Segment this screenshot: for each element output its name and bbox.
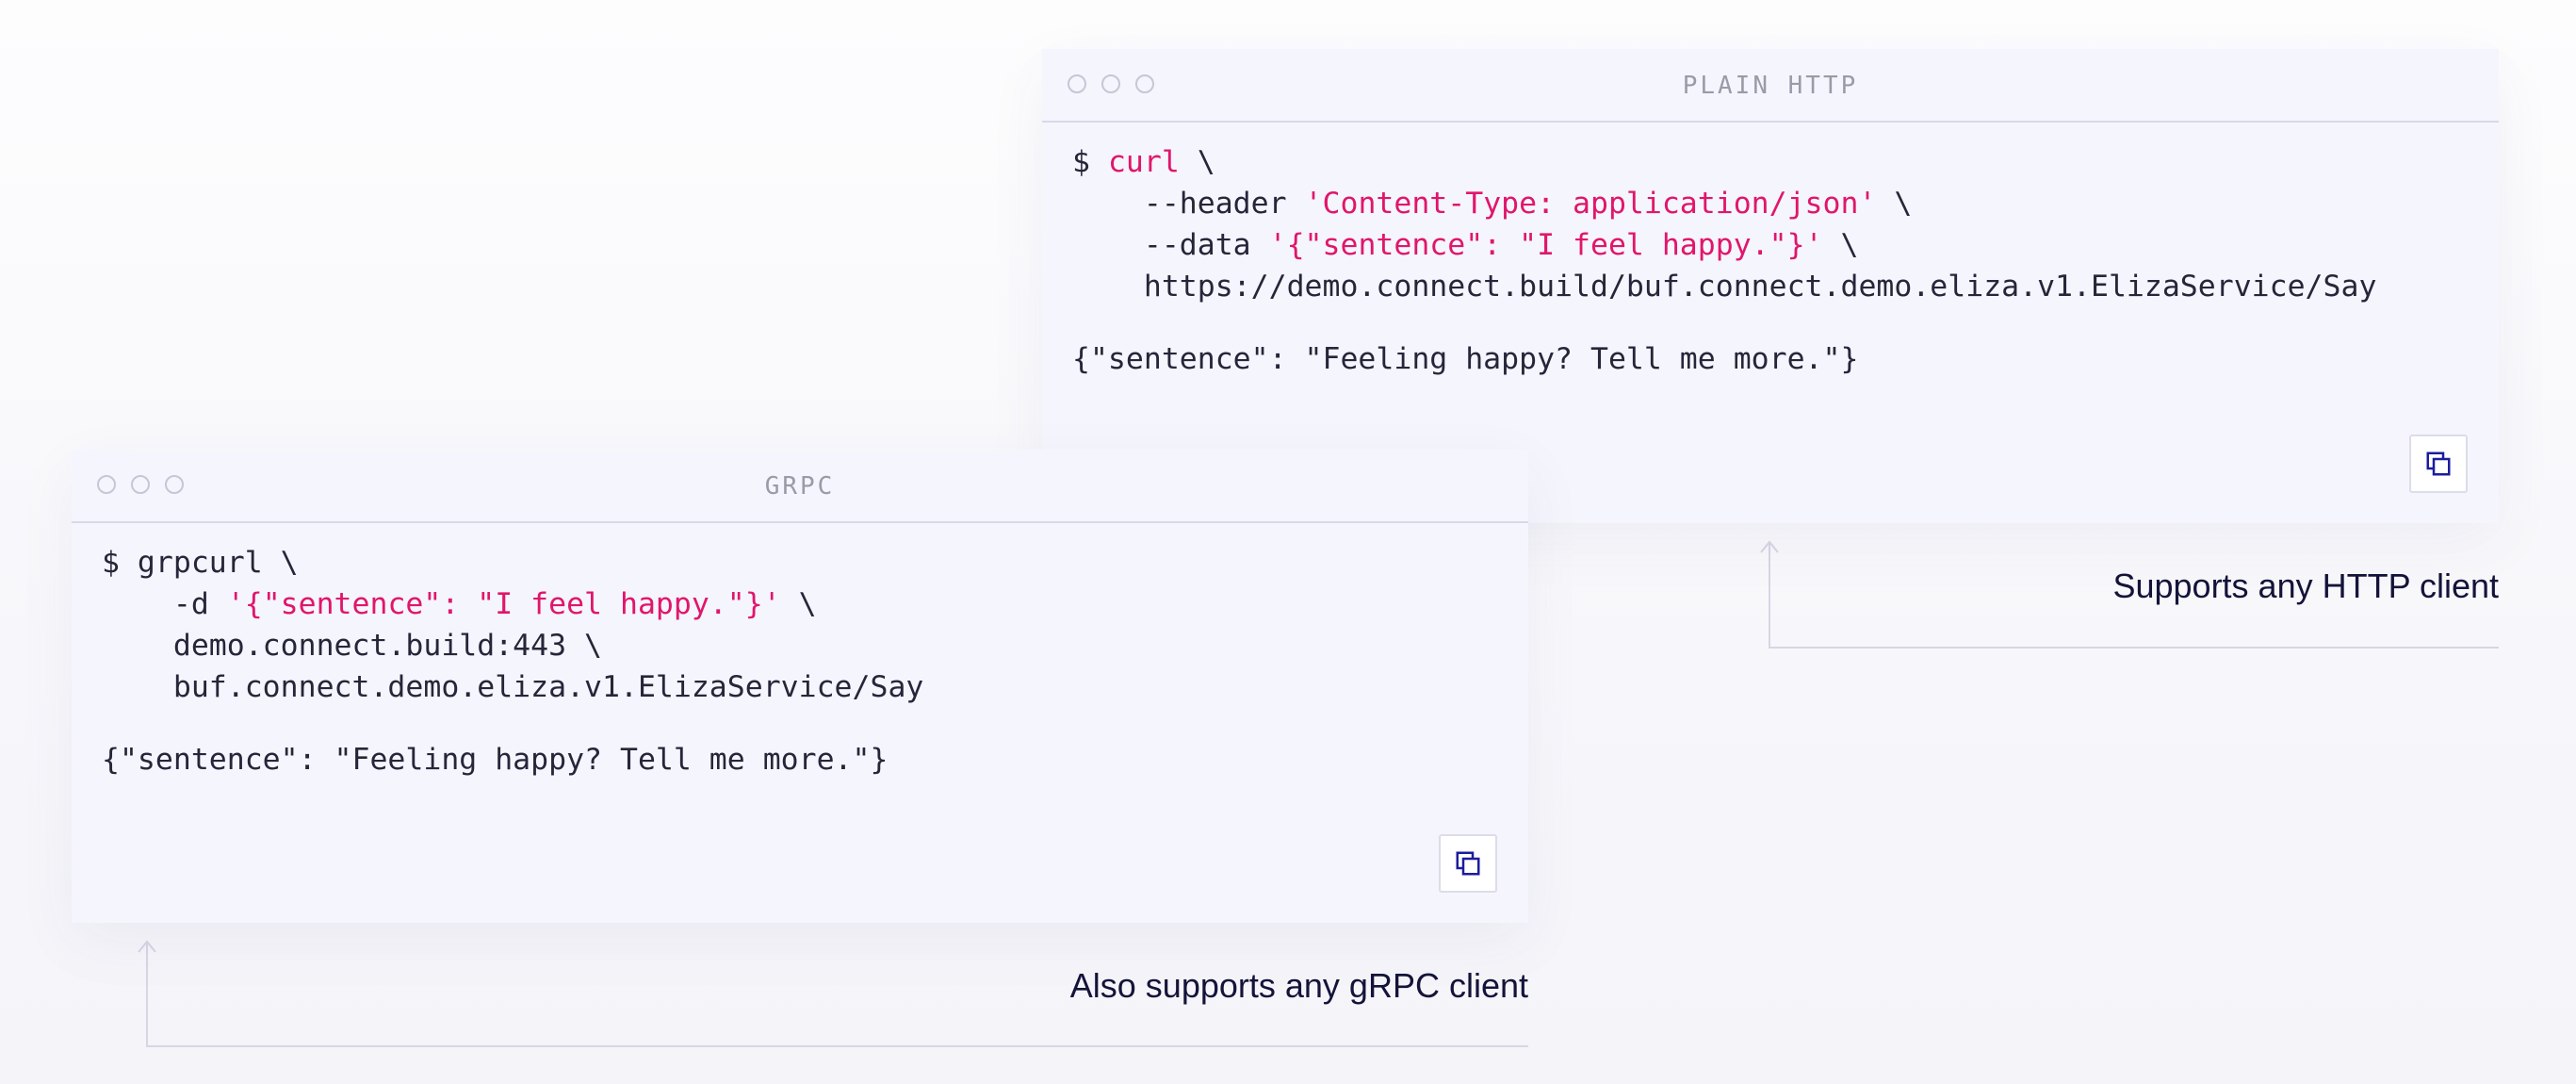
callout-text: Supports any HTTP client xyxy=(2112,567,2499,605)
line-continuation: \ xyxy=(780,587,817,621)
data-value: '{"sentence": "I feel happy."}' xyxy=(226,587,781,621)
command-output: {"sentence": "Feeling happy? Tell me mor… xyxy=(102,743,889,777)
host-address: demo.connect.build:443 \ xyxy=(102,629,603,663)
copy-button[interactable] xyxy=(2409,435,2468,493)
data-flag: -d xyxy=(102,587,227,621)
arrow-up-icon xyxy=(138,940,156,953)
callout-text: Also supports any gRPC client xyxy=(1069,966,1528,1005)
data-flag: --data xyxy=(1072,228,1269,262)
endpoint-url: https://demo.connect.build/buf.connect.d… xyxy=(1072,270,2377,304)
arrow-up-icon xyxy=(1760,540,1779,553)
grpc-client-callout: Also supports any gRPC client xyxy=(138,940,1528,1047)
header-value: 'Content-Type: application/json' xyxy=(1304,187,1877,221)
command-name: curl xyxy=(1107,145,1180,179)
grpc-code-window: GRPC $ grpcurl \ -d '{"sentence": "I fee… xyxy=(72,450,1528,923)
service-method: buf.connect.demo.eliza.v1.ElizaService/S… xyxy=(102,670,924,704)
shell-prompt: $ xyxy=(1072,145,1108,179)
copy-icon xyxy=(1456,851,1480,876)
window-title: PLAIN HTTP xyxy=(1682,72,1859,100)
curl-command: $ curl \ --header 'Content-Type: applica… xyxy=(1042,141,2499,307)
command-output: {"sentence": "Feeling happy? Tell me mor… xyxy=(1072,342,1859,376)
http-client-callout: Supports any HTTP client xyxy=(1760,540,2499,649)
line-continuation: \ xyxy=(1876,187,1913,221)
command-line: $ grpcurl \ xyxy=(102,546,299,580)
copy-button[interactable] xyxy=(1439,834,1497,893)
window-titlebar: PLAIN HTTP xyxy=(1042,49,2499,123)
line-continuation: \ xyxy=(1179,145,1215,179)
line-continuation: \ xyxy=(1822,228,1859,262)
grpcurl-command: $ grpcurl \ -d '{"sentence": "I feel hap… xyxy=(72,542,1528,708)
window-titlebar: GRPC xyxy=(72,450,1528,523)
window-title: GRPC xyxy=(764,472,836,501)
data-value: '{"sentence": "I feel happy."}' xyxy=(1268,228,1823,262)
header-flag: --header xyxy=(1072,187,1305,221)
copy-icon xyxy=(2426,452,2451,476)
